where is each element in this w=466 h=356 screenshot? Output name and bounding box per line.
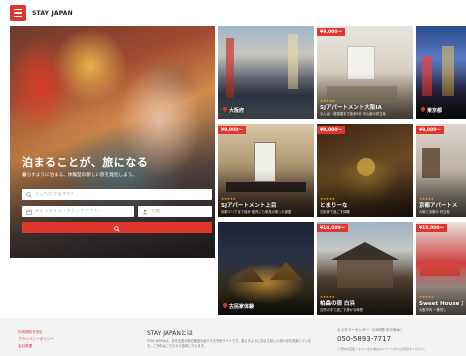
- footer-links: 利用規約を読む プライバシーポリシー 会社概要: [18, 330, 54, 349]
- destination-field[interactable]: [22, 189, 212, 200]
- footer-link[interactable]: 利用規約を読む: [18, 330, 54, 335]
- hero-below-spacer: [10, 258, 215, 318]
- listing-tile-osaka[interactable]: 大阪府: [218, 26, 314, 119]
- listing-name: SJアパートメント上目: [221, 203, 277, 209]
- top-header: STAY JAPAN: [0, 0, 215, 26]
- page: STAY JAPAN 泊まることが、旅になる 暮らすように泊まる。体験型の新しい…: [0, 0, 466, 356]
- brand-logo[interactable]: STAY JAPAN: [32, 10, 73, 17]
- price-badge: ¥15,000～: [416, 224, 447, 232]
- footer-link[interactable]: プライバシーポリシー: [18, 337, 54, 342]
- listing-desc: 京都エリアまで徒歩 室内にも家具の揃った部屋: [221, 210, 292, 214]
- listing-name: SJアパートメント大阪IA: [320, 105, 382, 111]
- guests-field[interactable]: [138, 206, 212, 217]
- listing-caption: ★★★★★ 京都アパートメ 大阪と京都の 好立地: [419, 197, 463, 214]
- price-badge: ¥9,000～: [218, 126, 246, 134]
- city-label: 大阪府: [223, 107, 244, 114]
- listing-desc: 大阪市内 一棟貸し: [419, 308, 447, 312]
- price-badge: ¥9,000～: [416, 126, 444, 134]
- listing-name: 柏森の宿 白浜: [320, 301, 355, 307]
- listing-desc: 大阪と京都の 好立地: [419, 210, 450, 214]
- about-text: STAY JAPANは、日本全国の宿泊施設を紹介する予約サイトです。暮らすように…: [147, 339, 312, 348]
- listing-tile[interactable]: ¥14,000～ ★★★★★ 柏森の宿 白浜 自然の中で過ごす静かな時間: [317, 222, 413, 315]
- date-input[interactable]: [35, 209, 134, 214]
- location-pin-icon: [223, 107, 227, 114]
- hamburger-menu-button[interactable]: [10, 5, 26, 21]
- listing-caption: ★★★★★ SJアパートメント大阪IA なんば・道頓堀まで徒歩5分 中心部の好立…: [320, 99, 410, 116]
- destination-input[interactable]: [35, 192, 212, 197]
- listing-desc: 自然の中で過ごす静かな時間: [320, 308, 363, 312]
- listing-name: 京都アパートメ: [419, 203, 458, 209]
- listing-caption: ★★★★★ 柏森の宿 白浜 自然の中で過ごす静かな時間: [320, 295, 410, 312]
- listing-tile[interactable]: ¥9,000～ ★★★★★ SJアパートメント大阪IA なんば・道頓堀まで徒歩5…: [317, 26, 413, 119]
- listing-tile-tokyo[interactable]: 東京都: [416, 26, 466, 119]
- location-pin-icon: [421, 107, 425, 114]
- about-title: STAY JAPANとは: [147, 330, 193, 337]
- listing-tile[interactable]: ¥9,000～ ★★★★★ 京都アパートメ 大阪と京都の 好立地: [416, 124, 466, 217]
- search-button[interactable]: [22, 222, 212, 233]
- city-label: 古民家体験: [223, 303, 254, 310]
- hero-subtitle: 暮らすように泊まる。体験型の新しい旅を発見しよう。: [22, 173, 137, 178]
- price-badge: ¥14,000～: [317, 224, 348, 232]
- listing-caption: ★★★★★ とまりーな 古民家で過ごす体験: [320, 197, 410, 214]
- hero-title: 泊まることが、旅になる: [22, 156, 149, 169]
- footer-link[interactable]: 会社概要: [18, 344, 54, 349]
- support-note: ご予約の変更・キャンセル等はマイページからお手続きください。: [337, 347, 427, 351]
- listing-caption: ★★★★★ Sweet House 丸 大阪市内 一棟貸し: [419, 295, 463, 312]
- support-phone[interactable]: 050-5893-7717: [337, 335, 391, 343]
- listing-name: Sweet House 丸: [419, 301, 463, 307]
- listing-tile[interactable]: ¥9,000～ ★★★★★ SJアパートメント上目 京都エリアまで徒歩 室内にも…: [218, 124, 314, 217]
- search-icon: [26, 191, 32, 198]
- support-label: カスタマーセンター（24時間 年中無休）: [337, 328, 404, 332]
- listing-name: とまりーな: [320, 203, 348, 209]
- date-field[interactable]: [22, 206, 134, 217]
- calendar-icon: [26, 209, 32, 215]
- person-icon: [142, 209, 148, 215]
- search-icon: [114, 220, 120, 235]
- price-badge: ¥9,000～: [317, 28, 345, 36]
- listing-tile[interactable]: ¥9,000～ ★★★★★ とまりーな 古民家で過ごす体験: [317, 124, 413, 217]
- location-pin-icon: [223, 303, 227, 310]
- listing-desc: なんば・道頓堀まで徒歩5分 中心部の好立地: [320, 112, 386, 116]
- hero-banner: 泊まることが、旅になる 暮らすように泊まる。体験型の新しい旅を発見しよう。: [10, 26, 215, 258]
- listing-desc: 古民家で過ごす体験: [320, 210, 350, 214]
- footer: 利用規約を読む プライバシーポリシー 会社概要 STAY JAPANとは STA…: [0, 318, 466, 356]
- guests-input[interactable]: [151, 209, 212, 214]
- price-badge: ¥9,000～: [317, 126, 345, 134]
- listing-tile[interactable]: ¥15,000～ ★★★★★ Sweet House 丸 大阪市内 一棟貸し: [416, 222, 466, 315]
- city-label: 東京都: [421, 107, 442, 114]
- listing-caption: ★★★★★ SJアパートメント上目 京都エリアまで徒歩 室内にも家具の揃った部屋: [221, 197, 311, 214]
- listing-tile-kominka[interactable]: 古民家体験: [218, 222, 314, 315]
